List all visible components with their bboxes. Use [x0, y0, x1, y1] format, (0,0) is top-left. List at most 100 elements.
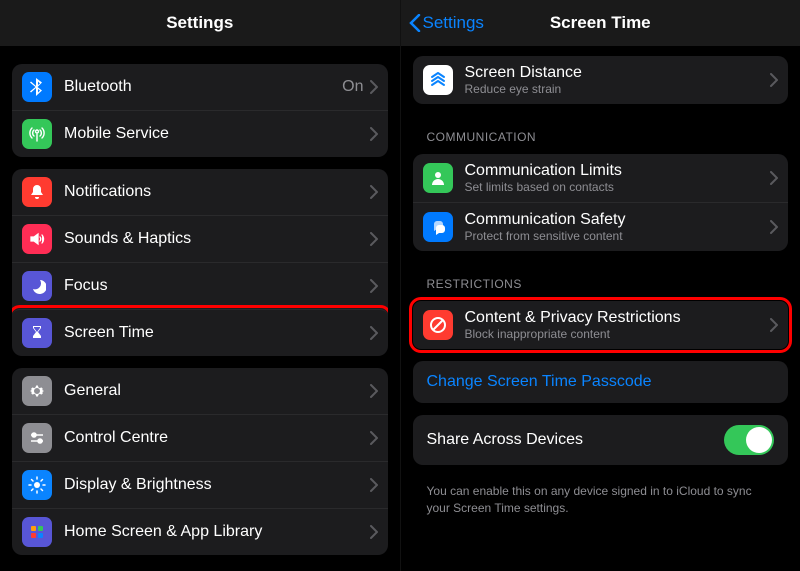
row-focus[interactable]: Focus: [12, 262, 388, 309]
group-communication: Communication Limits Set limits based on…: [413, 154, 789, 251]
comm-limits-label: Communication Limits: [465, 162, 771, 180]
chevron-right-icon: [770, 220, 778, 234]
settings-group-connectivity: Bluetooth On Mobile Service: [12, 64, 388, 157]
chat-bubbles-icon: [423, 212, 453, 242]
share-note: You can enable this on any device signed…: [413, 477, 789, 531]
notifications-label: Notifications: [64, 183, 370, 201]
row-label-wrap: Communication Safety Protect from sensit…: [465, 211, 771, 243]
settings-header: Settings: [0, 0, 400, 46]
settings-group-attention: Notifications Sounds & Haptics Focus: [12, 169, 388, 356]
no-entry-icon: [423, 310, 453, 340]
row-label-wrap: Notifications: [64, 183, 370, 201]
row-control-centre[interactable]: Control Centre: [12, 414, 388, 461]
settings-group-system: General Control Centre Display & Brightn: [12, 368, 388, 555]
row-display-brightness[interactable]: Display & Brightness: [12, 461, 388, 508]
distance-icon: [423, 65, 453, 95]
screen-time-scroll[interactable]: Screen Distance Reduce eye strain COMMUN…: [401, 46, 800, 571]
person-icon: [423, 163, 453, 193]
row-communication-limits[interactable]: Communication Limits Set limits based on…: [413, 154, 789, 202]
speaker-icon: [22, 224, 52, 254]
group-restrictions: Content & Privacy Restrictions Block ina…: [413, 301, 789, 349]
row-label-wrap: Display & Brightness: [64, 476, 370, 494]
chevron-right-icon: [370, 478, 378, 492]
settings-scroll[interactable]: Bluetooth On Mobile Service: [0, 46, 400, 571]
row-content-privacy[interactable]: Content & Privacy Restrictions Block ina…: [413, 301, 789, 349]
bluetooth-value: On: [342, 78, 363, 96]
row-communication-safety[interactable]: Communication Safety Protect from sensit…: [413, 202, 789, 251]
bluetooth-label: Bluetooth: [64, 78, 342, 96]
section-restrictions: RESTRICTIONS: [413, 263, 789, 297]
screen-time-label: Screen Time: [64, 324, 370, 342]
row-notifications[interactable]: Notifications: [12, 169, 388, 215]
row-share-across-devices: Share Across Devices: [413, 415, 789, 465]
gear-icon: [22, 376, 52, 406]
row-label-wrap: Bluetooth: [64, 78, 342, 96]
section-communication: COMMUNICATION: [413, 116, 789, 150]
row-label-wrap: Sounds & Haptics: [64, 230, 370, 248]
group-share: Share Across Devices: [413, 415, 789, 465]
row-label-wrap: Mobile Service: [64, 125, 370, 143]
row-label-wrap: Screen Time: [64, 324, 370, 342]
row-label-wrap: Control Centre: [64, 429, 370, 447]
antenna-icon: [22, 119, 52, 149]
row-bluetooth[interactable]: Bluetooth On: [12, 64, 388, 110]
share-toggle[interactable]: [724, 425, 774, 455]
row-mobile-service[interactable]: Mobile Service: [12, 110, 388, 157]
chevron-right-icon: [370, 80, 378, 94]
group-distance: Screen Distance Reduce eye strain: [413, 56, 789, 104]
bell-icon: [22, 177, 52, 207]
chevron-right-icon: [770, 318, 778, 332]
sounds-label: Sounds & Haptics: [64, 230, 370, 248]
chevron-right-icon: [770, 73, 778, 87]
comm-safety-sub: Protect from sensitive content: [465, 229, 771, 243]
hourglass-icon: [22, 318, 52, 348]
chevron-right-icon: [370, 431, 378, 445]
comm-limits-sub: Set limits based on contacts: [465, 180, 771, 194]
row-home-screen[interactable]: Home Screen & App Library: [12, 508, 388, 555]
control-centre-label: Control Centre: [64, 429, 370, 447]
row-sounds-haptics[interactable]: Sounds & Haptics: [12, 215, 388, 262]
mobile-service-label: Mobile Service: [64, 125, 370, 143]
row-screen-distance[interactable]: Screen Distance Reduce eye strain: [413, 56, 789, 104]
focus-label: Focus: [64, 277, 370, 295]
screen-distance-sub: Reduce eye strain: [465, 82, 771, 96]
sun-icon: [22, 470, 52, 500]
row-label-wrap: Content & Privacy Restrictions Block ina…: [465, 309, 771, 341]
settings-panel: Settings Bluetooth On Mobile Service: [0, 0, 401, 571]
back-label: Settings: [423, 13, 484, 33]
home-screen-label: Home Screen & App Library: [64, 523, 370, 541]
chevron-right-icon: [370, 279, 378, 293]
settings-title: Settings: [166, 13, 233, 33]
chevron-right-icon: [370, 127, 378, 141]
row-label-wrap: Home Screen & App Library: [64, 523, 370, 541]
sliders-icon: [22, 423, 52, 453]
row-label-wrap: General: [64, 382, 370, 400]
row-label-wrap: Screen Distance Reduce eye strain: [465, 64, 771, 96]
general-label: General: [64, 382, 370, 400]
chevron-right-icon: [370, 326, 378, 340]
share-label: Share Across Devices: [427, 431, 725, 449]
row-label-wrap: Communication Limits Set limits based on…: [465, 162, 771, 194]
chevron-right-icon: [770, 171, 778, 185]
group-passcode: Change Screen Time Passcode: [413, 361, 789, 403]
content-privacy-sub: Block inappropriate content: [465, 327, 771, 341]
chevron-right-icon: [370, 185, 378, 199]
chevron-right-icon: [370, 232, 378, 246]
grid-icon: [22, 517, 52, 547]
back-button[interactable]: Settings: [409, 13, 484, 33]
row-general[interactable]: General: [12, 368, 388, 414]
chevron-right-icon: [370, 525, 378, 539]
screen-time-header: Settings Screen Time: [401, 0, 800, 46]
change-passcode-button[interactable]: Change Screen Time Passcode: [413, 361, 789, 403]
screen-distance-label: Screen Distance: [465, 64, 771, 82]
display-label: Display & Brightness: [64, 476, 370, 494]
row-label-wrap: Focus: [64, 277, 370, 295]
comm-safety-label: Communication Safety: [465, 211, 771, 229]
bluetooth-icon: [22, 72, 52, 102]
chevron-left-icon: [409, 14, 421, 32]
screen-time-panel: Settings Screen Time Screen Distance Red…: [401, 0, 800, 571]
row-screen-time[interactable]: Screen Time: [12, 309, 388, 356]
moon-icon: [22, 271, 52, 301]
content-privacy-label: Content & Privacy Restrictions: [465, 309, 771, 327]
screen-time-title: Screen Time: [550, 13, 651, 33]
